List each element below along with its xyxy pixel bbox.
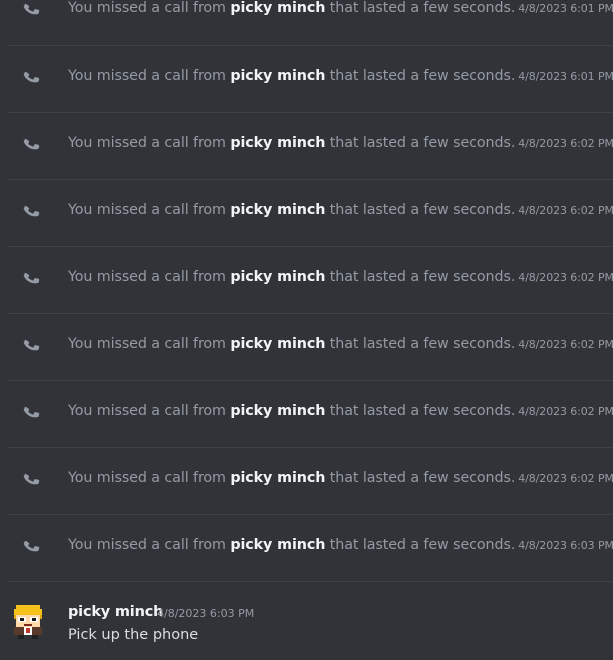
missed-call-suffix: that lasted a few seconds.	[325, 537, 516, 553]
missed-call-suffix: that lasted a few seconds.	[325, 0, 516, 16]
missed-call-suffix: that lasted a few seconds.	[325, 470, 516, 486]
missed-call-text: You missed a call from picky minch that …	[68, 202, 613, 218]
missed-call-timestamp: 4/8/2023 6:02 PM	[518, 271, 613, 284]
missed-call-timestamp: 4/8/2023 6:01 PM	[518, 70, 613, 83]
missed-call-suffix: that lasted a few seconds.	[325, 202, 516, 218]
phone-icon	[23, 71, 40, 83]
phone-icon	[23, 473, 40, 485]
missed-call-text: You missed a call from picky minch that …	[68, 0, 613, 16]
missed-call-row: You missed a call from picky minch that …	[8, 179, 613, 246]
user-avatar[interactable]	[10, 603, 46, 639]
phone-icon	[23, 3, 40, 15]
chat-message[interactable]: picky minch 4/8/2023 6:03 PM Pick up the…	[8, 581, 613, 660]
caller-name[interactable]: picky minch	[230, 0, 325, 16]
phone-icon	[23, 272, 40, 284]
missed-call-prefix: You missed a call from	[68, 0, 231, 16]
missed-call-prefix: You missed a call from	[68, 336, 231, 352]
missed-call-suffix: that lasted a few seconds.	[325, 403, 516, 419]
message-author[interactable]: picky minch	[68, 604, 163, 620]
caller-name[interactable]: picky minch	[230, 403, 325, 419]
missed-call-timestamp: 4/8/2023 6:02 PM	[518, 405, 613, 418]
missed-call-row: You missed a call from picky minch that …	[8, 380, 613, 447]
missed-call-timestamp: 4/8/2023 6:02 PM	[518, 204, 613, 217]
message-timestamp: 4/8/2023 6:03 PM	[157, 607, 255, 620]
missed-call-timestamp: 4/8/2023 6:02 PM	[518, 137, 613, 150]
missed-call-text: You missed a call from picky minch that …	[68, 470, 613, 486]
missed-call-suffix: that lasted a few seconds.	[325, 336, 516, 352]
caller-name[interactable]: picky minch	[230, 269, 325, 285]
chat-log: You missed a call from picky minch that …	[0, 0, 613, 660]
caller-name[interactable]: picky minch	[230, 537, 325, 553]
caller-name[interactable]: picky minch	[230, 135, 325, 151]
missed-call-row: You missed a call from picky minch that …	[8, 112, 613, 179]
missed-call-row: You missed a call from picky minch that …	[8, 313, 613, 380]
missed-call-prefix: You missed a call from	[68, 470, 231, 486]
missed-call-row: You missed a call from picky minch that …	[8, 447, 613, 514]
missed-call-timestamp: 4/8/2023 6:02 PM	[518, 338, 613, 351]
phone-icon	[23, 205, 40, 217]
missed-call-prefix: You missed a call from	[68, 68, 231, 84]
phone-icon	[23, 540, 40, 552]
missed-call-prefix: You missed a call from	[68, 135, 231, 151]
missed-call-prefix: You missed a call from	[68, 202, 231, 218]
missed-call-text: You missed a call from picky minch that …	[68, 336, 613, 352]
missed-call-text: You missed a call from picky minch that …	[68, 269, 613, 285]
missed-call-text: You missed a call from picky minch that …	[68, 537, 613, 553]
missed-call-prefix: You missed a call from	[68, 269, 231, 285]
phone-icon	[23, 406, 40, 418]
phone-icon	[23, 138, 40, 150]
missed-call-row: You missed a call from picky minch that …	[8, 514, 613, 581]
missed-call-text: You missed a call from picky minch that …	[68, 68, 613, 84]
missed-call-timestamp: 4/8/2023 6:03 PM	[518, 539, 613, 552]
missed-call-text: You missed a call from picky minch that …	[68, 135, 613, 151]
missed-call-suffix: that lasted a few seconds.	[325, 68, 516, 84]
message-text: Pick up the phone	[68, 627, 199, 643]
caller-name[interactable]: picky minch	[230, 470, 325, 486]
caller-name[interactable]: picky minch	[230, 336, 325, 352]
phone-icon	[23, 339, 40, 351]
missed-call-text: You missed a call from picky minch that …	[68, 403, 613, 419]
missed-call-timestamp: 4/8/2023 6:01 PM	[518, 2, 613, 15]
missed-call-timestamp: 4/8/2023 6:02 PM	[518, 472, 613, 485]
missed-call-row: You missed a call from picky minch that …	[8, 246, 613, 313]
missed-call-row: You missed a call from picky minch that …	[8, 45, 613, 112]
caller-name[interactable]: picky minch	[230, 68, 325, 84]
missed-call-prefix: You missed a call from	[68, 537, 231, 553]
caller-name[interactable]: picky minch	[230, 202, 325, 218]
missed-call-suffix: that lasted a few seconds.	[325, 135, 516, 151]
missed-call-prefix: You missed a call from	[68, 403, 231, 419]
missed-call-suffix: that lasted a few seconds.	[325, 269, 516, 285]
missed-call-row: You missed a call from picky minch that …	[8, 0, 613, 45]
